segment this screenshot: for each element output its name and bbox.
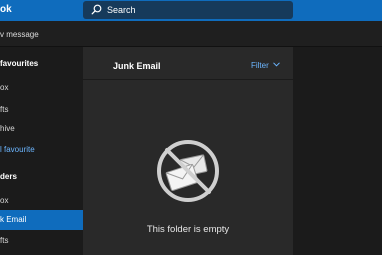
- pane-divider: [83, 79, 293, 80]
- folder-title: Junk Email: [113, 61, 161, 71]
- sidebar-header-folders[interactable]: ders: [0, 167, 83, 187]
- filter-label: Filter: [250, 61, 269, 70]
- sidebar-item-drafts[interactable]: fts: [0, 231, 83, 251]
- sidebar-item-label: fts: [0, 236, 9, 245]
- sidebar-item-drafts-favourite[interactable]: fts: [0, 100, 83, 120]
- sidebar-add-favourite-link[interactable]: l favourite: [0, 140, 83, 160]
- sidebar-header-favourites[interactable]: favourites: [0, 54, 83, 74]
- empty-folder-message: This folder is empty: [146, 224, 230, 235]
- sidebar-item-label: k Email: [0, 215, 27, 224]
- new-message-button[interactable]: v message: [0, 30, 39, 40]
- outlook-window: ok Search v message favourites ox fts hi…: [0, 0, 382, 255]
- app-title: ok: [0, 4, 12, 15]
- sidebar-item-archive[interactable]: hive: [0, 119, 83, 139]
- search-box[interactable]: Search: [83, 1, 293, 19]
- message-list-pane: Junk Email Filter This folder is empty: [83, 47, 293, 255]
- sidebar-item-label: ox: [0, 196, 9, 205]
- sidebar-item-label: ox: [0, 83, 9, 92]
- filter-button[interactable]: Filter: [251, 61, 280, 71]
- search-placeholder: Search: [107, 5, 136, 15]
- folder-sidebar: favourites ox fts hive l favourite ders …: [0, 47, 83, 255]
- top-bar: ok Search: [0, 0, 382, 21]
- sidebar-item-inbox[interactable]: ox: [0, 191, 83, 211]
- search-icon: [91, 4, 102, 15]
- sidebar-item-label: l favourite: [0, 145, 35, 154]
- no-mail-icon: [157, 140, 219, 202]
- sidebar-item-label: ders: [0, 172, 17, 181]
- sidebar-item-label: favourites: [0, 59, 39, 68]
- sidebar-item-label: hive: [0, 124, 15, 133]
- reading-pane: [293, 47, 382, 255]
- sidebar-item-junk-email[interactable]: k Email: [0, 210, 83, 230]
- command-bar: v message: [0, 21, 382, 47]
- sidebar-item-label: fts: [0, 105, 9, 114]
- sidebar-item-inbox-favourite[interactable]: ox: [0, 78, 83, 98]
- chevron-down-icon: [273, 62, 280, 67]
